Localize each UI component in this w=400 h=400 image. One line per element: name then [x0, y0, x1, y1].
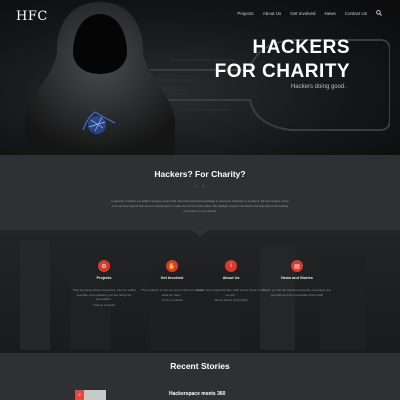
recent-stories-title: Recent Stories — [170, 361, 230, 371]
features-section: ⚙ Projects "Start by doing what's necess… — [0, 230, 400, 353]
hero-title-line1: HACKERS — [252, 37, 350, 58]
feature-quote: Catch up with the hackers doing the nece… — [263, 288, 331, 297]
feature-projects[interactable]: ⚙ Projects "Start by doing what's necess… — [69, 260, 139, 307]
feature-title: About Us — [222, 276, 240, 280]
feature-news-and-stories[interactable]: ▤ News and Stories Catch up with the hac… — [262, 260, 332, 297]
feature-quote: "Start by doing what's necessary; then d… — [71, 288, 137, 302]
nav-item-get-involved[interactable]: Get Involved — [290, 11, 315, 16]
feature-author: James Green (sr)(tm)(3x) — [214, 298, 248, 303]
feature-author: Francis of Assisi — [93, 302, 115, 307]
intro-title: Hackers? For Charity? — [154, 169, 246, 179]
hero-title-line2: FOR CHARITY — [214, 61, 350, 82]
story-title-link[interactable]: Hackerspace meets 360 — [169, 391, 225, 397]
feature-title: Projects — [96, 276, 112, 280]
top-navigation: Projects About Us Get Involved News Cont… — [237, 10, 382, 16]
intro-section: Hackers? For Charity? • • In general, a … — [0, 155, 400, 230]
hero-banner: HFC Projects About Us Get Involved News … — [0, 0, 400, 155]
separator-dots: • • — [196, 183, 206, 188]
story-badge: 2 — [75, 390, 84, 400]
nav-item-about-us[interactable]: About Us — [263, 11, 282, 16]
hero-subtitle: Hackers doing good. — [290, 84, 346, 90]
feature-about-us[interactable]: i About Us "Even more important than wha… — [196, 260, 266, 302]
story-thumbnail[interactable]: 2 — [75, 390, 106, 400]
nav-item-contact-us[interactable]: Contact Us — [345, 11, 367, 16]
feature-quote: "Even more important than what we do, th… — [196, 288, 266, 297]
section-arrow — [191, 230, 209, 237]
handshake-icon: ✋ — [166, 260, 178, 272]
intro-paragraph: In general, a hacker is a skilled comput… — [111, 199, 289, 213]
info-icon: i — [225, 260, 237, 272]
nav-item-news[interactable]: News — [324, 11, 335, 16]
newspaper-icon: ▤ — [291, 260, 303, 272]
nav-item-projects[interactable]: Projects — [237, 11, 253, 16]
gears-icon: ⚙ — [98, 260, 110, 272]
search-icon[interactable] — [376, 10, 382, 16]
site-logo[interactable]: HFC — [16, 9, 48, 24]
feature-title: News and Stories — [281, 276, 313, 280]
